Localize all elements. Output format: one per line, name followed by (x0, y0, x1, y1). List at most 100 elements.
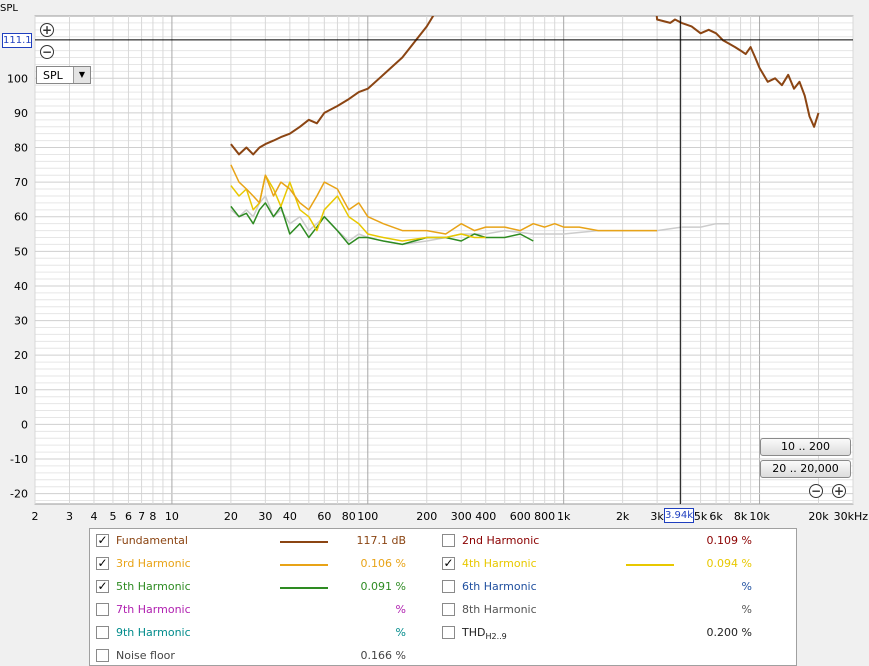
x-tick-label: 2 (32, 510, 39, 523)
x-tick-label: 7 (138, 510, 145, 523)
x-tick-label: 5k (694, 510, 708, 523)
x-tick-label: 10 (165, 510, 179, 523)
x-tick-labels: 2 3 4 5 6 7 8 10 20 30 40 60 80 100 200 300 400 600 800 1k 2… (32, 510, 869, 523)
y-tick-label: 70 (14, 176, 28, 189)
x-tick-label: 3 (66, 510, 73, 523)
y-tick-label: 20 (14, 349, 28, 362)
x-tick-label: 400 (475, 510, 496, 523)
legend-swatch (280, 564, 328, 566)
y-tick-label: 100 (7, 72, 28, 85)
legend-row-h8: 8th Harmonic % (442, 602, 772, 620)
x-cursor-readout[interactable]: 3.94k (664, 508, 694, 523)
zoom-out-x-icon[interactable]: − (809, 484, 823, 498)
y-tick-label: 80 (14, 142, 28, 155)
view-select-value: SPL (43, 69, 63, 82)
h9-checkbox[interactable] (96, 626, 109, 639)
plot-area[interactable] (34, 15, 854, 505)
y-cursor-readout[interactable]: 111.1 (2, 33, 32, 48)
h5-checkbox[interactable]: ✓ (96, 580, 109, 593)
legend-row-h5: ✓ 5th Harmonic 0.091 % (96, 579, 426, 597)
legend-row-h7: 7th Harmonic % (96, 602, 426, 620)
x-tick-label: 200 (416, 510, 437, 523)
h2-checkbox[interactable] (442, 534, 455, 547)
x-tick-label: 60 (317, 510, 331, 523)
x-tick-label: 4 (90, 510, 97, 523)
y-tick-label: 40 (14, 280, 28, 293)
legend-row-h2: 2nd Harmonic 0.109 % (442, 533, 772, 551)
zoom-in-x-icon[interactable]: + (832, 484, 846, 498)
x-tick-label: 30 (258, 510, 272, 523)
x-tick-label: 600 (510, 510, 531, 523)
legend-row-h6: 6th Harmonic % (442, 579, 772, 597)
zoom-in-y-icon[interactable]: + (40, 23, 54, 37)
legend-value: % (395, 626, 406, 639)
noise-checkbox[interactable] (96, 649, 109, 662)
x-tick-label: 40 (283, 510, 297, 523)
chevron-down-icon[interactable]: ▼ (73, 67, 90, 83)
y-axis-unit: SPL (0, 3, 18, 14)
legend-value: 0.109 % (706, 534, 752, 547)
legend-label: 8th Harmonic (462, 603, 537, 616)
legend-row-h3: ✓ 3rd Harmonic 0.106 % (96, 556, 426, 574)
view-select[interactable]: SPL ▼ (36, 66, 91, 84)
legend-value: 0.094 % (706, 557, 752, 570)
h6-checkbox[interactable] (442, 580, 455, 593)
h4-checkbox[interactable]: ✓ (442, 557, 455, 570)
legend-label: 9th Harmonic (116, 626, 191, 639)
y-tick-label: 10 (14, 384, 28, 397)
x-tick-label: 1k (557, 510, 571, 523)
range-10-200-button[interactable]: 10 .. 200 (760, 438, 851, 456)
x-tick-label: 20 (224, 510, 238, 523)
x-tick-label: 8 (149, 510, 156, 523)
legend-row-h9: 9th Harmonic % (96, 625, 426, 643)
legend-panel: ✓ Fundamental 117.1 dB ✓ 3rd Harmonic 0.… (89, 528, 797, 666)
h7-checkbox[interactable] (96, 603, 109, 616)
x-tick-label: 800 (534, 510, 555, 523)
legend-row-h4: ✓ 4th Harmonic 0.094 % (442, 556, 772, 574)
x-tick-label: 3k (650, 510, 664, 523)
h8-checkbox[interactable] (442, 603, 455, 616)
fundamental-checkbox[interactable]: ✓ (96, 534, 109, 547)
y-tick-label: 90 (14, 107, 28, 120)
y-tick-label: 60 (14, 211, 28, 224)
x-tick-label: 30kHz (834, 510, 869, 523)
h3-checkbox[interactable]: ✓ (96, 557, 109, 570)
x-tick-label: 2k (616, 510, 630, 523)
x-tick-label: 6 (125, 510, 132, 523)
legend-label: 2nd Harmonic (462, 534, 540, 547)
legend-label: 5th Harmonic (116, 580, 191, 593)
y-tick-label: 30 (14, 315, 28, 328)
legend-value: 117.1 dB (356, 534, 406, 547)
thd-subscript: H2..9 (485, 632, 507, 642)
legend-swatch (280, 587, 328, 589)
thd-checkbox[interactable] (442, 626, 455, 639)
legend-value: 0.091 % (360, 580, 406, 593)
legend-swatch (280, 541, 328, 543)
y-tick-labels: 1009080706050403020100-10-20 (7, 72, 28, 500)
x-tick-label: 5 (109, 510, 116, 523)
legend-value: % (395, 603, 406, 616)
zoom-out-y-icon[interactable]: − (40, 45, 54, 59)
y-tick-label: 50 (14, 245, 28, 258)
range-20-20000-button[interactable]: 20 .. 20,000 (760, 460, 851, 478)
legend-label: 6th Harmonic (462, 580, 537, 593)
x-tick-label: 10k (749, 510, 770, 523)
x-tick-label: 100 (357, 510, 378, 523)
legend-value: % (741, 603, 752, 616)
legend-value: % (741, 580, 752, 593)
legend-value: 0.106 % (360, 557, 406, 570)
legend-label: THDH2..9 (462, 626, 507, 642)
y-tick-label: -20 (10, 488, 28, 501)
x-tick-label: 80 (342, 510, 356, 523)
legend-value: 0.166 % (360, 649, 406, 662)
x-tick-label: 300 (451, 510, 472, 523)
chart[interactable]: 1009080706050403020100-10-20 2 3 4 5 6 7 8 10 20… (0, 0, 869, 528)
legend-row-thd: THDH2..9 0.200 % (442, 625, 772, 643)
legend-value: 0.200 % (706, 626, 752, 639)
legend-label: Noise floor (116, 649, 175, 662)
legend-label: 4th Harmonic (462, 557, 537, 570)
legend-row-fundamental: ✓ Fundamental 117.1 dB (96, 533, 426, 551)
x-tick-label: 20k (808, 510, 829, 523)
x-tick-label: 6k (709, 510, 723, 523)
y-tick-label: 0 (21, 418, 28, 431)
